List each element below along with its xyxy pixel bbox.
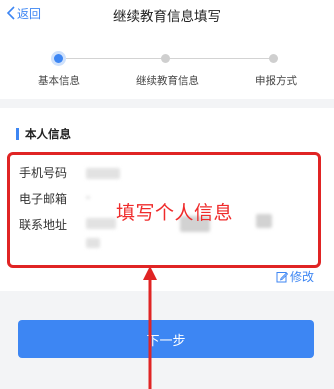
next-button[interactable]: 下一步 xyxy=(18,320,314,358)
step-connector xyxy=(66,58,165,59)
section-title-text: 本人信息 xyxy=(25,127,71,141)
step-dot-active xyxy=(51,51,66,66)
step-progress: 基本信息 继续教育信息 申报方式 xyxy=(0,27,334,99)
page-title: 继续教育信息填写 xyxy=(113,9,221,25)
edit-link[interactable]: 修改 xyxy=(276,268,314,285)
step-label-method: 申报方式 xyxy=(255,75,297,87)
edit-icon xyxy=(276,271,288,282)
edit-label: 修改 xyxy=(289,270,314,284)
section-title: 本人信息 xyxy=(16,126,71,142)
section-marker xyxy=(16,128,19,140)
step-label-education: 继续教育信息 xyxy=(136,75,199,87)
step-dot xyxy=(269,54,278,63)
annotation-text: 填写个人信息 xyxy=(116,202,234,224)
step-dot xyxy=(161,54,170,63)
step-connector xyxy=(170,58,271,59)
top-bar: 返回 继续教育信息填写 xyxy=(0,0,334,27)
step-label-basic: 基本信息 xyxy=(38,75,80,87)
